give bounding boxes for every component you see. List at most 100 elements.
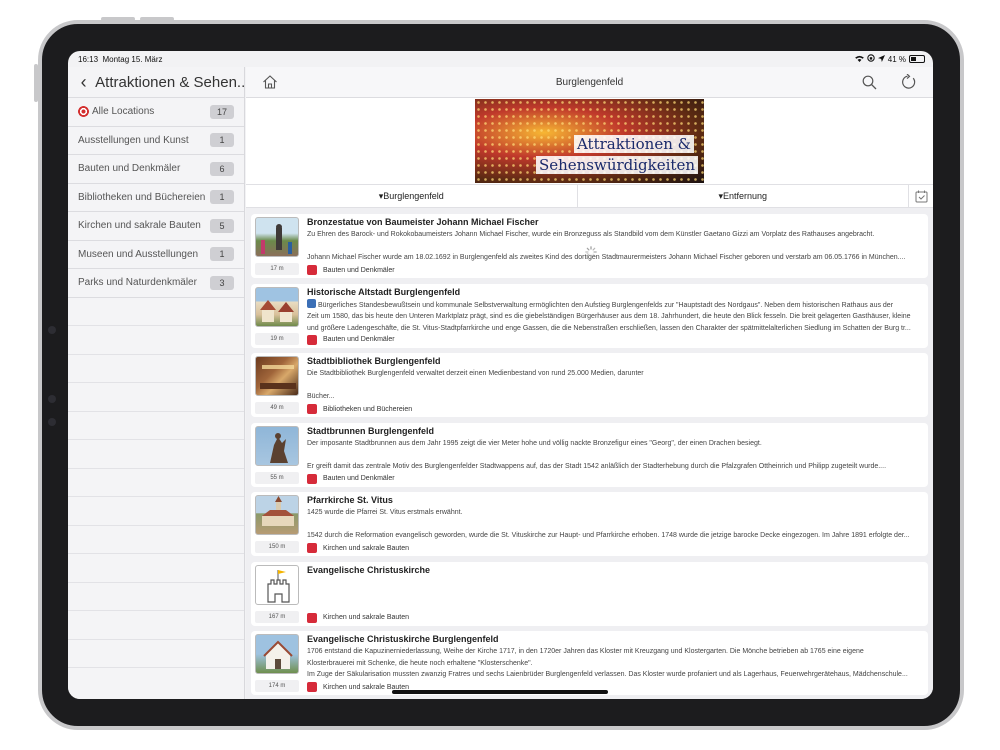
count-badge: 1: [210, 190, 234, 205]
list-item[interactable]: 167 m Evangelische Christuskirche Kirche…: [251, 561, 928, 626]
card-description: 1425 wurde die Pfarrei St. Vitus erstmal…: [307, 509, 910, 539]
list-item[interactable]: 19 m Historische Altstadt Burglengenfeld…: [251, 283, 928, 348]
device-camera-dot: [48, 418, 56, 426]
home-indicator[interactable]: [392, 690, 608, 694]
device-camera-dot: [48, 326, 56, 334]
calendar-icon[interactable]: [909, 190, 933, 203]
sidebar-empty-row: [68, 383, 244, 412]
sidebar-item-bauten[interactable]: Bauten und Denkmäler 6: [68, 155, 244, 184]
category-marker-icon: [307, 682, 317, 692]
device-button-side: [34, 64, 38, 102]
distance-label: 167 m: [255, 610, 299, 623]
main-content: Burglengenfeld Attraktionen & Sehenswürd…: [246, 67, 933, 699]
device-button-top: [140, 17, 174, 21]
sidebar-empty-row: [68, 469, 244, 497]
card-description: 1706 entstand die Kapuzinerniederlassung…: [307, 648, 908, 678]
sidebar-item-alle-locations[interactable]: Alle Locations 17: [68, 98, 244, 127]
card-title: Historische Altstadt Burglengenfeld: [307, 286, 461, 297]
list-item[interactable]: 55 m Stadtbrunnen Burglengenfeld Der imp…: [251, 422, 928, 487]
count-badge: 1: [210, 133, 234, 148]
location-arrow-icon: [877, 54, 885, 64]
status-bar: 16:13 Montag 15. März 41 %: [68, 51, 933, 67]
card-description: [307, 577, 920, 612]
card-title: Evangelische Christuskirche: [307, 564, 431, 575]
category-tag: Bibliotheken und Büchereien: [307, 404, 412, 414]
sidebar-header: ‹ Attraktionen & Sehen...: [68, 67, 244, 98]
banner-image: Attraktionen & Sehenswürdigkeiten: [475, 99, 704, 183]
card-title: Stadtbrunnen Burglengenfeld: [307, 425, 434, 436]
target-icon: [78, 106, 89, 118]
info-badge-icon: [307, 298, 316, 308]
attraction-list: 17 m Bronzestatue von Baumeister Johann …: [246, 208, 933, 695]
distance-label: 150 m: [255, 541, 299, 553]
device-camera-dot: [48, 395, 56, 403]
status-time: 16:13 Montag 15. März: [78, 55, 163, 64]
distance-label: 17 m: [255, 263, 299, 275]
category-tag: Kirchen und sakrale Bauten: [307, 612, 409, 623]
card-title: Stadtbibliothek Burglengenfeld: [307, 356, 441, 366]
sidebar-empty-row: [68, 583, 244, 611]
sidebar-item-ausstellungen[interactable]: Ausstellungen und Kunst 1: [68, 127, 244, 155]
refresh-icon[interactable]: [901, 73, 917, 90]
search-icon[interactable]: [862, 75, 877, 90]
page-title: Burglengenfeld: [555, 77, 624, 88]
distance-label: 19 m: [255, 332, 299, 345]
category-marker-icon: [307, 265, 317, 275]
list-item[interactable]: 150 m Pfarrkirche St. Vitus 1425 wurde d…: [251, 492, 928, 556]
back-chevron-icon[interactable]: ‹: [72, 72, 95, 93]
sidebar-item-label: Bauten und Denkmäler: [78, 163, 181, 175]
card-title: Bronzestatue von Baumeister Johann Micha…: [307, 217, 539, 227]
card-description: Der imposante Stadtbrunnen aus dem Jahr …: [307, 439, 887, 470]
orientation-lock-icon: [867, 54, 875, 64]
sidebar-empty-row: [68, 611, 244, 640]
sidebar-empty-row: [68, 440, 244, 469]
sidebar-empty-row: [68, 526, 244, 554]
banner-text-line2: Sehenswürdigkeiten: [535, 156, 698, 174]
sidebar-empty-row: [68, 326, 244, 355]
sidebar-item-label: Kirchen und sakrale Bauten: [78, 220, 201, 232]
battery-percent: 41 %: [887, 54, 906, 64]
sidebar-item-label: Ausstellungen und Kunst: [78, 134, 189, 146]
device-button-top: [101, 17, 135, 21]
category-marker-icon: [307, 473, 317, 484]
count-badge: 6: [210, 161, 234, 176]
card-description: Zu Ehren des Barock- und Rokokobaumeiste…: [307, 231, 906, 261]
banner-area: Attraktionen & Sehenswürdigkeiten: [246, 98, 933, 184]
filter-bar: ▾Burglengenfeld ▾Entfernung: [246, 184, 933, 208]
card-title: Evangelische Christuskirche Burglengenfe…: [307, 634, 499, 644]
distance-label: 55 m: [255, 471, 299, 484]
sidebar-empty-row: [68, 554, 244, 583]
category-tag: Bauten und Denkmäler: [307, 473, 395, 484]
location-filter-dropdown[interactable]: ▾Burglengenfeld: [246, 191, 577, 202]
sidebar-item-parks[interactable]: Parks und Naturdenkmäler 3: [68, 269, 244, 298]
count-badge: 17: [210, 104, 234, 119]
distance-label: 49 m: [255, 402, 299, 414]
distance-label: 174 m: [255, 680, 299, 692]
sidebar-item-bibliotheken[interactable]: Bibliotheken und Büchereien 1: [68, 184, 244, 212]
sidebar-empty-row: [68, 298, 244, 326]
category-marker-icon: [307, 404, 317, 414]
card-description: Bürgerliches Standesbewußtsein und kommu…: [307, 298, 920, 334]
sidebar-item-kirchen[interactable]: Kirchen und sakrale Bauten 5: [68, 212, 244, 241]
card-title: Pfarrkirche St. Vitus: [307, 495, 393, 505]
status-indicators: 41 %: [854, 54, 925, 64]
wifi-icon: [854, 55, 864, 64]
banner-text-line1: Attraktionen &: [573, 135, 694, 153]
sidebar-item-label: Museen und Ausstellungen: [78, 248, 199, 260]
screen: 16:13 Montag 15. März 41 % ‹ Attraktione…: [68, 51, 933, 699]
sort-dropdown[interactable]: ▾Entfernung: [578, 191, 909, 202]
sidebar-item-museen[interactable]: Museen und Ausstellungen 1: [68, 241, 244, 269]
sidebar-item-label: Bibliotheken und Büchereien: [78, 191, 206, 203]
list-item[interactable]: 174 m Evangelische Christuskirche Burgle…: [251, 631, 928, 695]
sidebar-empty-row: [68, 355, 244, 383]
sidebar-item-label: Alle Locations: [92, 106, 155, 118]
sidebar-empty-row: [68, 497, 244, 526]
sidebar-title: Attraktionen & Sehen...: [95, 73, 244, 91]
category-marker-icon: [307, 612, 317, 623]
sidebar: ‹ Attraktionen & Sehen... Alle Locations…: [68, 67, 245, 699]
sidebar-item-label: Parks und Naturdenkmäler: [78, 277, 197, 289]
sidebar-empty-row: [68, 412, 244, 440]
altstadt-thumbnail: [255, 286, 299, 327]
list-item[interactable]: 49 m Stadtbibliothek Burglengenfeld Die …: [251, 353, 928, 417]
category-marker-icon: [307, 334, 317, 345]
